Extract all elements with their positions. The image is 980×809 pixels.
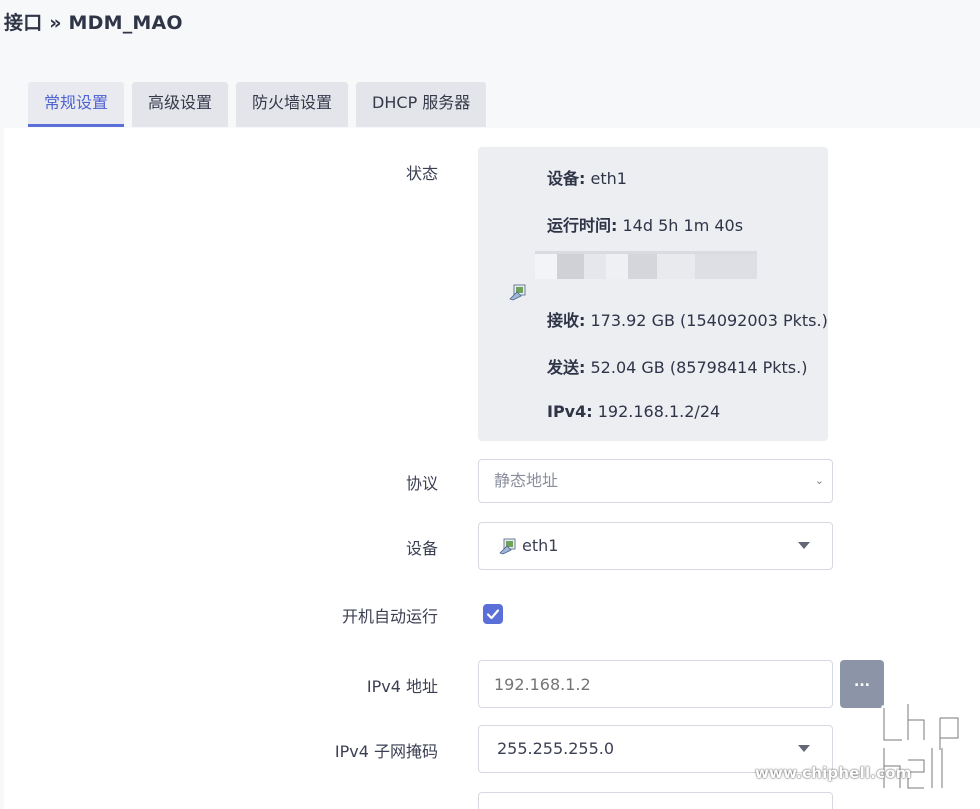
status-ipv4-key: IPv4: xyxy=(547,402,593,421)
ipv4-address-label: IPv4 地址 xyxy=(366,677,438,696)
status-uptime: 运行时间: 14d 5h 1m 40s xyxy=(547,212,743,236)
autostart-label: 开机自动运行 xyxy=(341,607,438,626)
caret-down-icon xyxy=(798,542,810,549)
status-box: 设备: eth1 运行时间: 14d 5h 1m 40s 接收: 173.92 … xyxy=(478,147,828,441)
status-device-value: eth1 xyxy=(590,169,627,188)
status-device-key: 设备: xyxy=(547,169,586,188)
breadcrumb: 接口 » MDM_MAO xyxy=(4,12,183,34)
device-select[interactable]: eth1 xyxy=(478,522,833,570)
status-ipv4-value: 192.168.1.2/24 xyxy=(597,402,721,421)
status-tx-key: 发送: xyxy=(547,358,586,377)
ipv4-netmask-value: 255.255.255.0 xyxy=(497,739,615,758)
tab-bar: 常规设置 高级设置 防火墙设置 DHCP 服务器 xyxy=(28,82,487,128)
device-label: 设备 xyxy=(405,539,438,558)
protocol-label: 协议 xyxy=(405,474,438,493)
status-rx: 接收: 173.92 GB (154092003 Pkts.) xyxy=(547,307,828,331)
device-select-value: eth1 xyxy=(522,536,559,555)
chiphell-watermark: www.chiphell.com xyxy=(755,700,980,800)
page: 接口 » MDM_MAO 常规设置 高级设置 防火墙设置 DHCP 服务器 状态… xyxy=(0,0,980,809)
network-port-icon xyxy=(499,538,516,555)
network-port-icon xyxy=(509,284,526,301)
protocol-select-value: 静态地址 xyxy=(494,471,559,490)
redacted-divider xyxy=(535,251,757,254)
status-rx-value: 173.92 GB (154092003 Pkts.) xyxy=(590,311,828,330)
status-tx: 发送: 52.04 GB (85798414 Pkts.) xyxy=(547,354,807,378)
checkmark-icon xyxy=(486,609,500,620)
chevron-down-icon: ⌄ xyxy=(814,474,824,487)
tab-advanced-settings[interactable]: 高级设置 xyxy=(132,82,229,127)
autostart-checkbox[interactable] xyxy=(483,604,503,624)
status-device: 设备: eth1 xyxy=(547,165,627,189)
watermark-url: www.chiphell.com xyxy=(755,764,912,782)
status-label: 状态 xyxy=(405,164,438,183)
status-tx-value: 52.04 GB (85798414 Pkts.) xyxy=(590,358,808,377)
tab-firewall-settings[interactable]: 防火墙设置 xyxy=(236,82,349,127)
redacted-mac-address xyxy=(535,251,757,279)
tab-dhcp-server[interactable]: DHCP 服务器 xyxy=(356,82,487,127)
status-ipv4: IPv4: 192.168.1.2/24 xyxy=(547,402,720,421)
tab-general-settings[interactable]: 常规设置 xyxy=(28,82,125,127)
status-rx-key: 接收: xyxy=(547,311,586,330)
status-uptime-value: 14d 5h 1m 40s xyxy=(622,216,744,235)
status-uptime-key: 运行时间: xyxy=(547,216,618,235)
protocol-select[interactable]: 静态地址 ⌄ xyxy=(478,459,833,503)
ipv4-netmask-label: IPv4 子网掩码 xyxy=(334,742,438,761)
